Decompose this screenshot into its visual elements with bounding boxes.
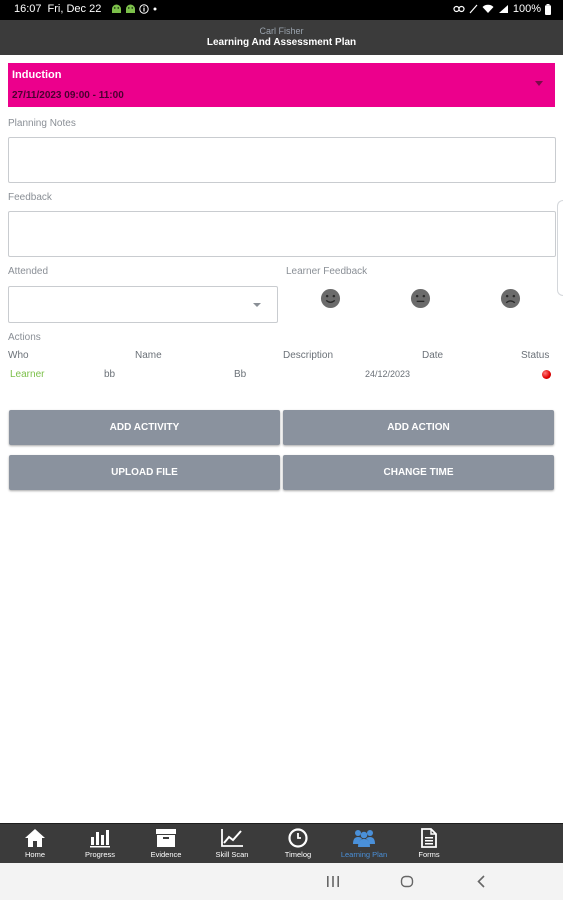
clock-icon [288, 828, 308, 848]
action-description[interactable]: Bb [234, 369, 246, 380]
wifi-icon [482, 4, 494, 13]
action-who[interactable]: Learner [10, 369, 44, 380]
battery-icon [545, 3, 551, 15]
trend-line-icon [221, 829, 243, 847]
chevron-down-icon [253, 303, 261, 307]
signal-icon [498, 5, 508, 13]
page-title: Learning And Assessment Plan [206, 37, 357, 48]
user-name: Carl Fisher [259, 26, 304, 36]
planning-notes-label: Planning Notes [8, 118, 76, 129]
back-icon[interactable] [476, 875, 486, 888]
android-icon [112, 4, 122, 13]
upload-file-button[interactable]: UPLOAD FILE [9, 455, 280, 490]
recent-apps-icon[interactable] [326, 875, 340, 888]
actions-label: Actions [8, 332, 41, 343]
bar-chart-icon [90, 830, 110, 848]
session-title: Induction [12, 69, 62, 81]
archive-box-icon [156, 829, 176, 847]
tab-home[interactable]: Home [2, 824, 68, 864]
tab-label: Learning Plan [340, 850, 388, 859]
info-icon [139, 4, 150, 14]
feedback-label: Feedback [8, 192, 52, 203]
attended-select[interactable] [8, 286, 278, 323]
column-header-who: Who [8, 350, 29, 361]
tab-label: Progress [84, 850, 115, 859]
column-header-status: Status [521, 350, 550, 361]
chevron-down-icon [535, 81, 543, 86]
home-icon [25, 829, 45, 847]
tab-progress[interactable]: Progress [67, 824, 133, 864]
app-header: Carl Fisher Learning And Assessment Plan [0, 20, 563, 55]
sad-face-icon[interactable] [500, 288, 521, 309]
link-icon [453, 5, 465, 13]
system-nav-bar [0, 863, 563, 900]
feedback-input[interactable] [8, 211, 556, 257]
tab-evidence[interactable]: Evidence [133, 824, 199, 864]
session-datetime: 27/11/2023 09:00 - 11:00 [12, 90, 124, 101]
change-time-button[interactable]: CHANGE TIME [283, 455, 554, 490]
action-name[interactable]: bb [104, 369, 115, 380]
column-header-date: Date [422, 350, 444, 361]
tab-label: Timelog [284, 850, 312, 859]
mute-icon [469, 4, 478, 14]
tab-skill-scan[interactable]: Skill Scan [199, 824, 265, 864]
learner-feedback-label: Learner Feedback [286, 266, 368, 277]
status-indicator [542, 370, 551, 379]
happy-face-icon[interactable] [320, 288, 341, 309]
dot-icon [153, 7, 157, 11]
add-action-button[interactable]: ADD ACTION [283, 410, 554, 445]
clock-time: 16:07 [14, 3, 42, 15]
column-header-description: Description [283, 350, 334, 361]
side-panel-handle[interactable] [557, 200, 563, 296]
tab-learning-plan[interactable]: Learning Plan [331, 824, 397, 864]
tab-label: Skill Scan [215, 850, 249, 859]
people-icon [353, 830, 375, 847]
android-icon [126, 4, 136, 13]
action-date[interactable]: 24/12/2023 [365, 369, 410, 379]
session-selector[interactable]: Induction 27/11/2023 09:00 - 11:00 [8, 63, 555, 107]
tab-label: Evidence [150, 850, 182, 859]
attended-label: Attended [8, 266, 49, 277]
battery-percent: 100% [512, 3, 541, 15]
tab-timelog[interactable]: Timelog [265, 824, 331, 864]
bottom-tab-bar: Home Progress Evidence Skill Scan Timelo… [0, 823, 563, 863]
clock-date: Fri, Dec 22 [47, 3, 102, 15]
home-button-icon[interactable] [400, 875, 414, 888]
neutral-face-icon[interactable] [410, 288, 431, 309]
add-activity-button[interactable]: ADD ACTIVITY [9, 410, 280, 445]
planning-notes-input[interactable] [8, 137, 556, 183]
tab-label: Forms [418, 850, 440, 859]
tab-label: Home [24, 850, 45, 859]
document-icon [421, 828, 437, 848]
tab-forms[interactable]: Forms [396, 824, 462, 864]
column-header-name: Name [135, 350, 162, 361]
status-bar: 16:07 Fri, Dec 22 100% [0, 0, 563, 20]
